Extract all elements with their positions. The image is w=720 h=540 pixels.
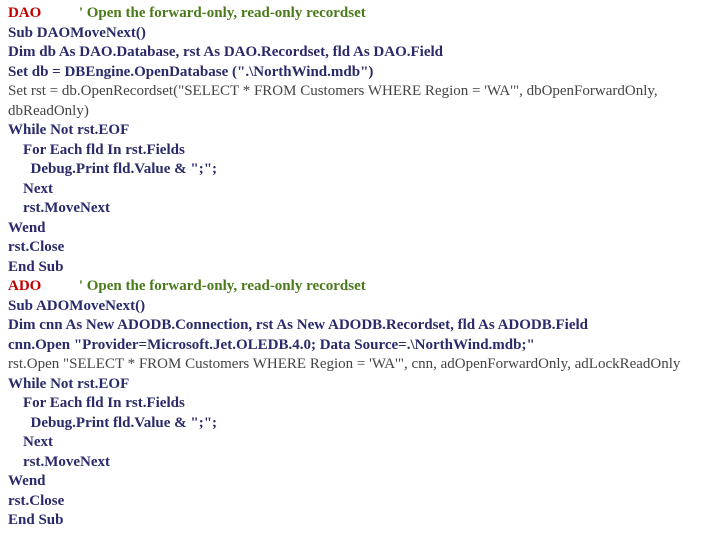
ado-code-lines: Sub ADOMoveNext()Dim cnn As New ADODB.Co… bbox=[8, 297, 712, 531]
code-line: Debug.Print fld.Value & ";"; bbox=[8, 160, 712, 180]
code-line: Next bbox=[8, 180, 712, 200]
code-block-ado: ADO ' Open the forward-only, read-only r… bbox=[8, 277, 712, 531]
code-line: rst.Open "SELECT * FROM Customers WHERE … bbox=[8, 355, 712, 375]
dao-code-lines: Sub DAOMoveNext()Dim db As DAO.Database,… bbox=[8, 24, 712, 278]
code-line: For Each fld In rst.Fields bbox=[8, 141, 712, 161]
code-line: Set db = DBEngine.OpenDatabase (".\North… bbox=[8, 63, 712, 83]
code-line: rst.MoveNext bbox=[8, 199, 712, 219]
code-line: rst.Close bbox=[8, 492, 712, 512]
dao-comment: ' Open the forward-only, read-only recor… bbox=[79, 5, 366, 21]
ado-tag: ADO bbox=[8, 278, 41, 294]
code-line: Dim db As DAO.Database, rst As DAO.Recor… bbox=[8, 43, 712, 63]
code-line: End Sub bbox=[8, 258, 712, 278]
code-line: While Not rst.EOF bbox=[8, 121, 712, 141]
code-line: rst.MoveNext bbox=[8, 453, 712, 473]
code-line: rst.Close bbox=[8, 238, 712, 258]
code-line: Next bbox=[8, 433, 712, 453]
code-line: Sub DAOMoveNext() bbox=[8, 24, 712, 44]
code-line: Wend bbox=[8, 472, 712, 492]
code-line: Set rst = db.OpenRecordset("SELECT * FRO… bbox=[8, 82, 712, 121]
code-line: Sub ADOMoveNext() bbox=[8, 297, 712, 317]
dao-tag: DAO bbox=[8, 5, 41, 21]
ado-comment: ' Open the forward-only, read-only recor… bbox=[79, 278, 366, 294]
ado-header-line: ADO ' Open the forward-only, read-only r… bbox=[8, 277, 712, 297]
dao-header-line: DAO ' Open the forward-only, read-only r… bbox=[8, 4, 712, 24]
code-line: Dim cnn As New ADODB.Connection, rst As … bbox=[8, 316, 712, 336]
code-line: Wend bbox=[8, 219, 712, 239]
code-line: While Not rst.EOF bbox=[8, 375, 712, 395]
code-block-dao: DAO ' Open the forward-only, read-only r… bbox=[8, 4, 712, 277]
code-line: End Sub bbox=[8, 511, 712, 531]
code-line: For Each fld In rst.Fields bbox=[8, 394, 712, 414]
code-line: Debug.Print fld.Value & ";"; bbox=[8, 414, 712, 434]
code-line: cnn.Open "Provider=Microsoft.Jet.OLEDB.4… bbox=[8, 336, 712, 356]
